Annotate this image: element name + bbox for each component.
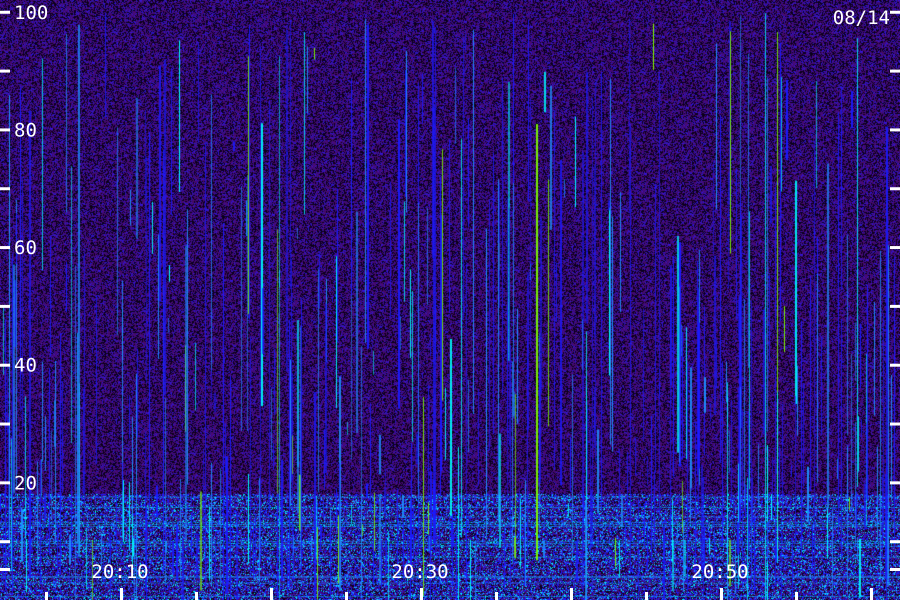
y-tick-left-0 [0,568,10,571]
y-tick-right-30 [890,422,900,426]
x-tick-1215 [195,592,198,600]
y-tick-left-70 [0,187,10,191]
y-tick-left-10 [0,540,10,544]
y-tick-left-90 [0,69,10,73]
y-tick-left-20 [0,481,10,485]
axes-overlay: 20 40 60 80 100 20:10 20:30 20:50 08/14 [0,2,900,600]
x-tick-label-20:10: 20:10 [91,561,148,583]
x-tick-1240 [570,588,573,600]
x-tick-1250 [720,588,723,600]
x-tick-1225 [345,592,348,600]
x-tick-1255 [795,592,798,600]
x-tick-1235 [495,592,498,600]
y-tick-left-30 [0,422,10,426]
y-tick-left-60 [0,246,10,250]
y-tick-left-40 [0,363,10,367]
x-tick-1205 [45,592,48,600]
y-tick-left-50 [0,304,10,308]
y-tick-left-80 [0,128,10,132]
y-tick-left-100 [0,10,10,14]
date-label: 08/14 [833,7,890,29]
y-tick-label-20: 20 [14,472,37,494]
y-tick-right-40 [890,363,900,367]
y-tick-right-10 [890,540,900,544]
y-tick-label-40: 40 [14,355,37,377]
x-tick-1260 [870,588,873,600]
x-tick-1230 [420,588,423,600]
x-tick-1220 [270,588,273,600]
y-tick-right-0 [890,568,900,571]
x-tick-label-20:30: 20:30 [391,561,448,583]
y-tick-label-60: 60 [14,237,37,259]
y-tick-right-50 [890,304,900,308]
y-tick-right-100 [890,10,900,14]
y-tick-right-90 [890,69,900,73]
x-tick-1245 [645,592,648,600]
y-tick-label-80: 80 [14,119,37,141]
y-tick-right-20 [890,481,900,485]
x-tick-label-20:50: 20:50 [691,561,748,583]
y-tick-right-60 [890,246,900,250]
y-tick-label-100: 100 [14,2,48,24]
y-tick-right-70 [890,187,900,191]
x-tick-1210 [120,588,123,600]
y-tick-right-80 [890,128,900,132]
